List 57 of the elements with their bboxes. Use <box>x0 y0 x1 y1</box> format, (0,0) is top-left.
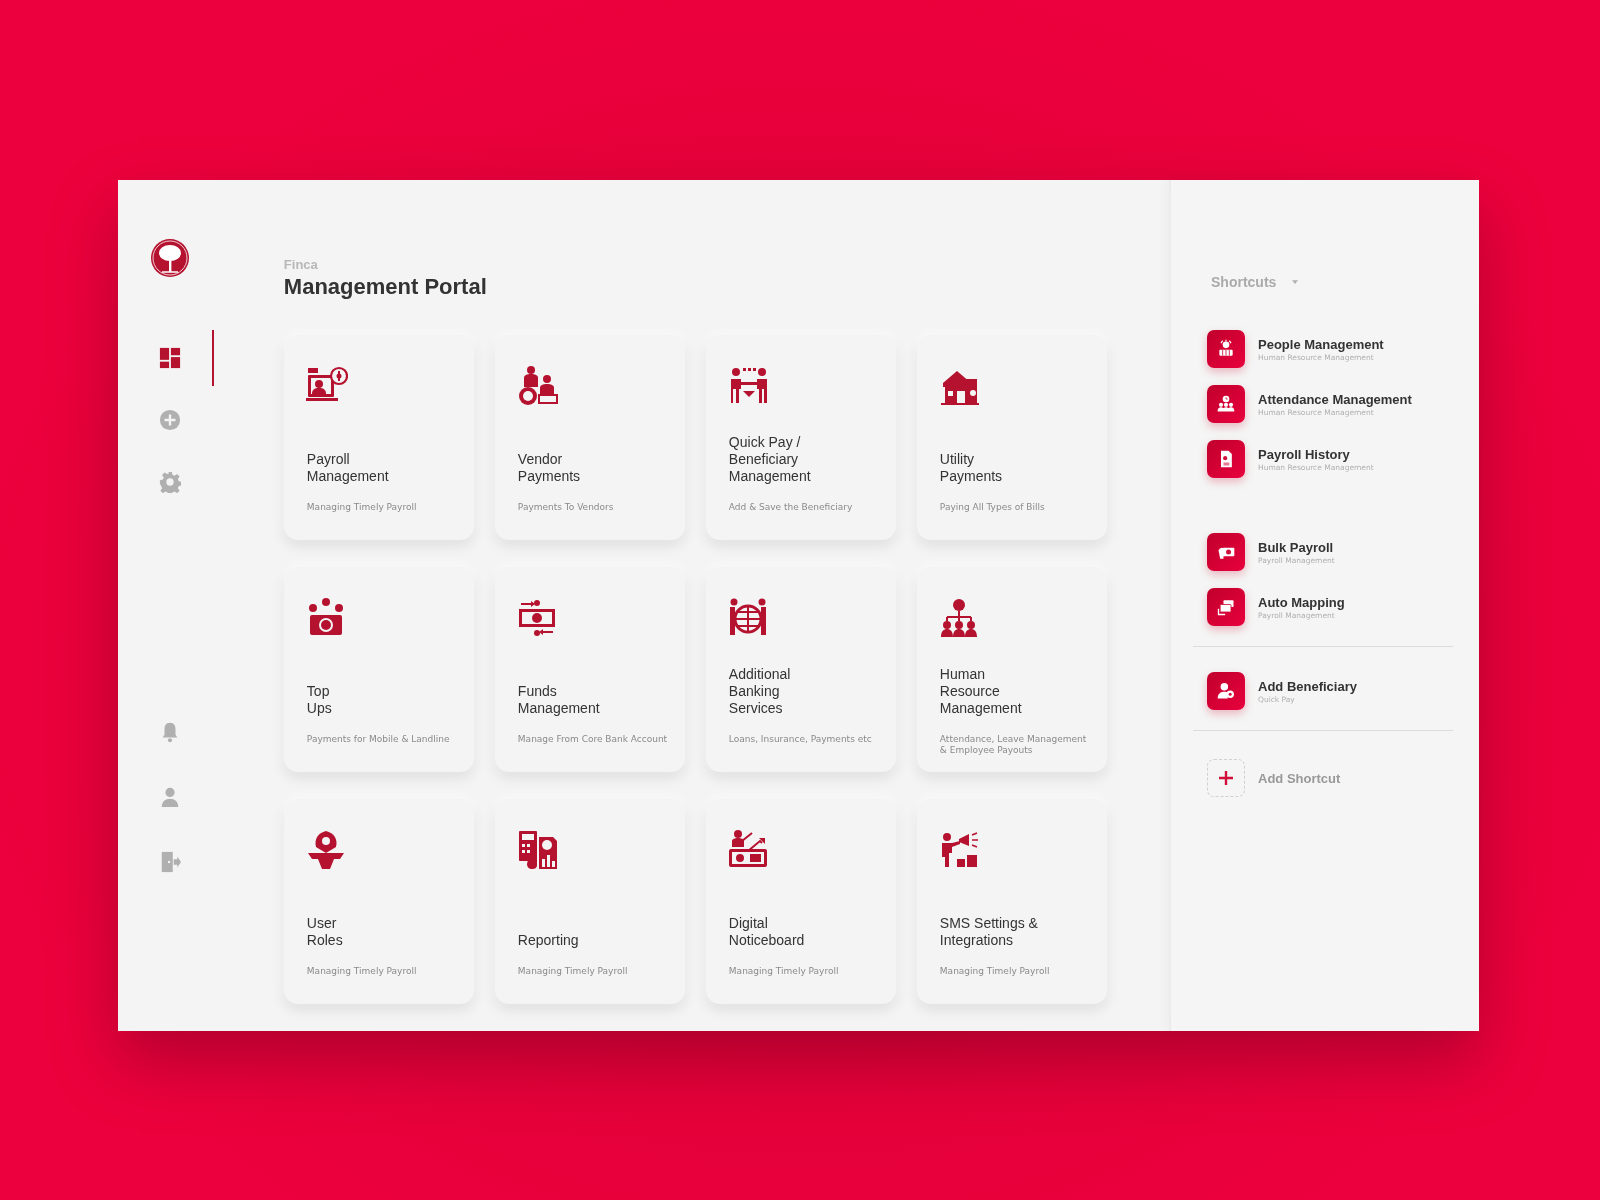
module-card[interactable]: Payroll Management Managing Timely Payroll <box>283 335 474 540</box>
module-card[interactable]: SMS Settings & Integrations Managing Timely Payroll <box>916 799 1107 1004</box>
add-user-icon <box>1207 672 1245 710</box>
module-card[interactable]: Utility Payments Paying All Types of Bills <box>916 335 1107 540</box>
module-card[interactable]: Reporting Managing Timely Payroll <box>494 799 685 1004</box>
calculator-chart-icon <box>516 829 559 871</box>
add-icon <box>159 409 181 431</box>
brand-name: Finca <box>283 257 319 272</box>
module-description: Attendance, Leave Management & Employee Payouts <box>939 734 1088 757</box>
module-card[interactable]: Funds Management Manage From Core Bank Account <box>494 567 685 772</box>
module-card[interactable]: User Roles Managing Timely Payroll <box>283 799 474 1004</box>
module-card[interactable]: Vendor Payments Payments To Vendors <box>494 335 685 540</box>
people-coin-icon <box>516 365 559 407</box>
module-description: Managing Timely Payroll <box>517 966 628 978</box>
caret-icon <box>1292 280 1299 284</box>
shortcut-link[interactable]: Auto Mapping <box>1258 594 1345 610</box>
module-card[interactable]: Digital Noticeboard Managing Timely Payroll <box>705 799 896 1004</box>
module-title: Reporting <box>517 932 579 949</box>
module-description: Payments To Vendors <box>517 502 614 514</box>
module-title: Payroll Management <box>306 451 389 485</box>
module-description: Managing Timely Payroll <box>939 966 1050 978</box>
document-icon <box>1207 440 1245 478</box>
module-title: Digital Noticeboard <box>728 915 805 949</box>
module-title: Additional Banking Services <box>728 666 791 717</box>
module-card[interactable]: Human Resource Management Attendance, Leave Management & Employee Payouts <box>916 567 1107 772</box>
shortcut-link[interactable]: Add Beneficiary <box>1258 678 1357 694</box>
plus-icon <box>1219 771 1233 785</box>
module-title: Quick Pay / Beneficiary Management <box>728 434 811 485</box>
module-title: User Roles <box>306 915 343 949</box>
grid-icon <box>159 347 181 369</box>
shortcut-link[interactable]: Payroll History <box>1258 446 1374 462</box>
module-title: Top Ups <box>306 683 332 717</box>
cards-icon <box>1207 588 1245 626</box>
module-card[interactable]: Top Ups Payments for Mobile & Landline <box>283 567 474 772</box>
module-title: SMS Settings & Integrations <box>939 915 1038 949</box>
module-description: Payments for Mobile & Landline <box>306 734 450 746</box>
shortcut-link[interactable]: People Management <box>1258 336 1384 352</box>
module-description: Managing Timely Payroll <box>306 966 417 978</box>
module-description: Paying All Types of Bills <box>939 502 1045 514</box>
module-title: Vendor Payments <box>517 451 581 485</box>
page-title: Management Portal <box>283 274 488 300</box>
module-description: Managing Timely Payroll <box>306 502 417 514</box>
module-card[interactable]: Additional Banking Services Loans, Insurance, Payments etc <box>705 567 896 772</box>
module-description: Loans, Insurance, Payments etc <box>728 734 872 746</box>
module-title: Human Resource Management <box>939 666 1022 717</box>
module-description: Manage From Core Bank Account <box>517 734 668 746</box>
module-card[interactable]: Quick Pay / Beneficiary Management Add & Save the Beneficiary <box>705 335 896 540</box>
module-description: Add & Save the Beneficiary <box>728 502 853 514</box>
shortcut-link[interactable]: Attendance Management <box>1258 391 1412 407</box>
settings-icon <box>159 471 181 493</box>
module-title: Funds Management <box>517 683 600 717</box>
module-description: Managing Timely Payroll <box>728 966 839 978</box>
tree-logo <box>150 238 190 278</box>
module-title: Utility Payments <box>939 451 1003 485</box>
user-icon <box>159 786 181 808</box>
shortcut-link[interactable]: Bulk Payroll <box>1258 539 1335 555</box>
logout-icon <box>159 851 181 873</box>
